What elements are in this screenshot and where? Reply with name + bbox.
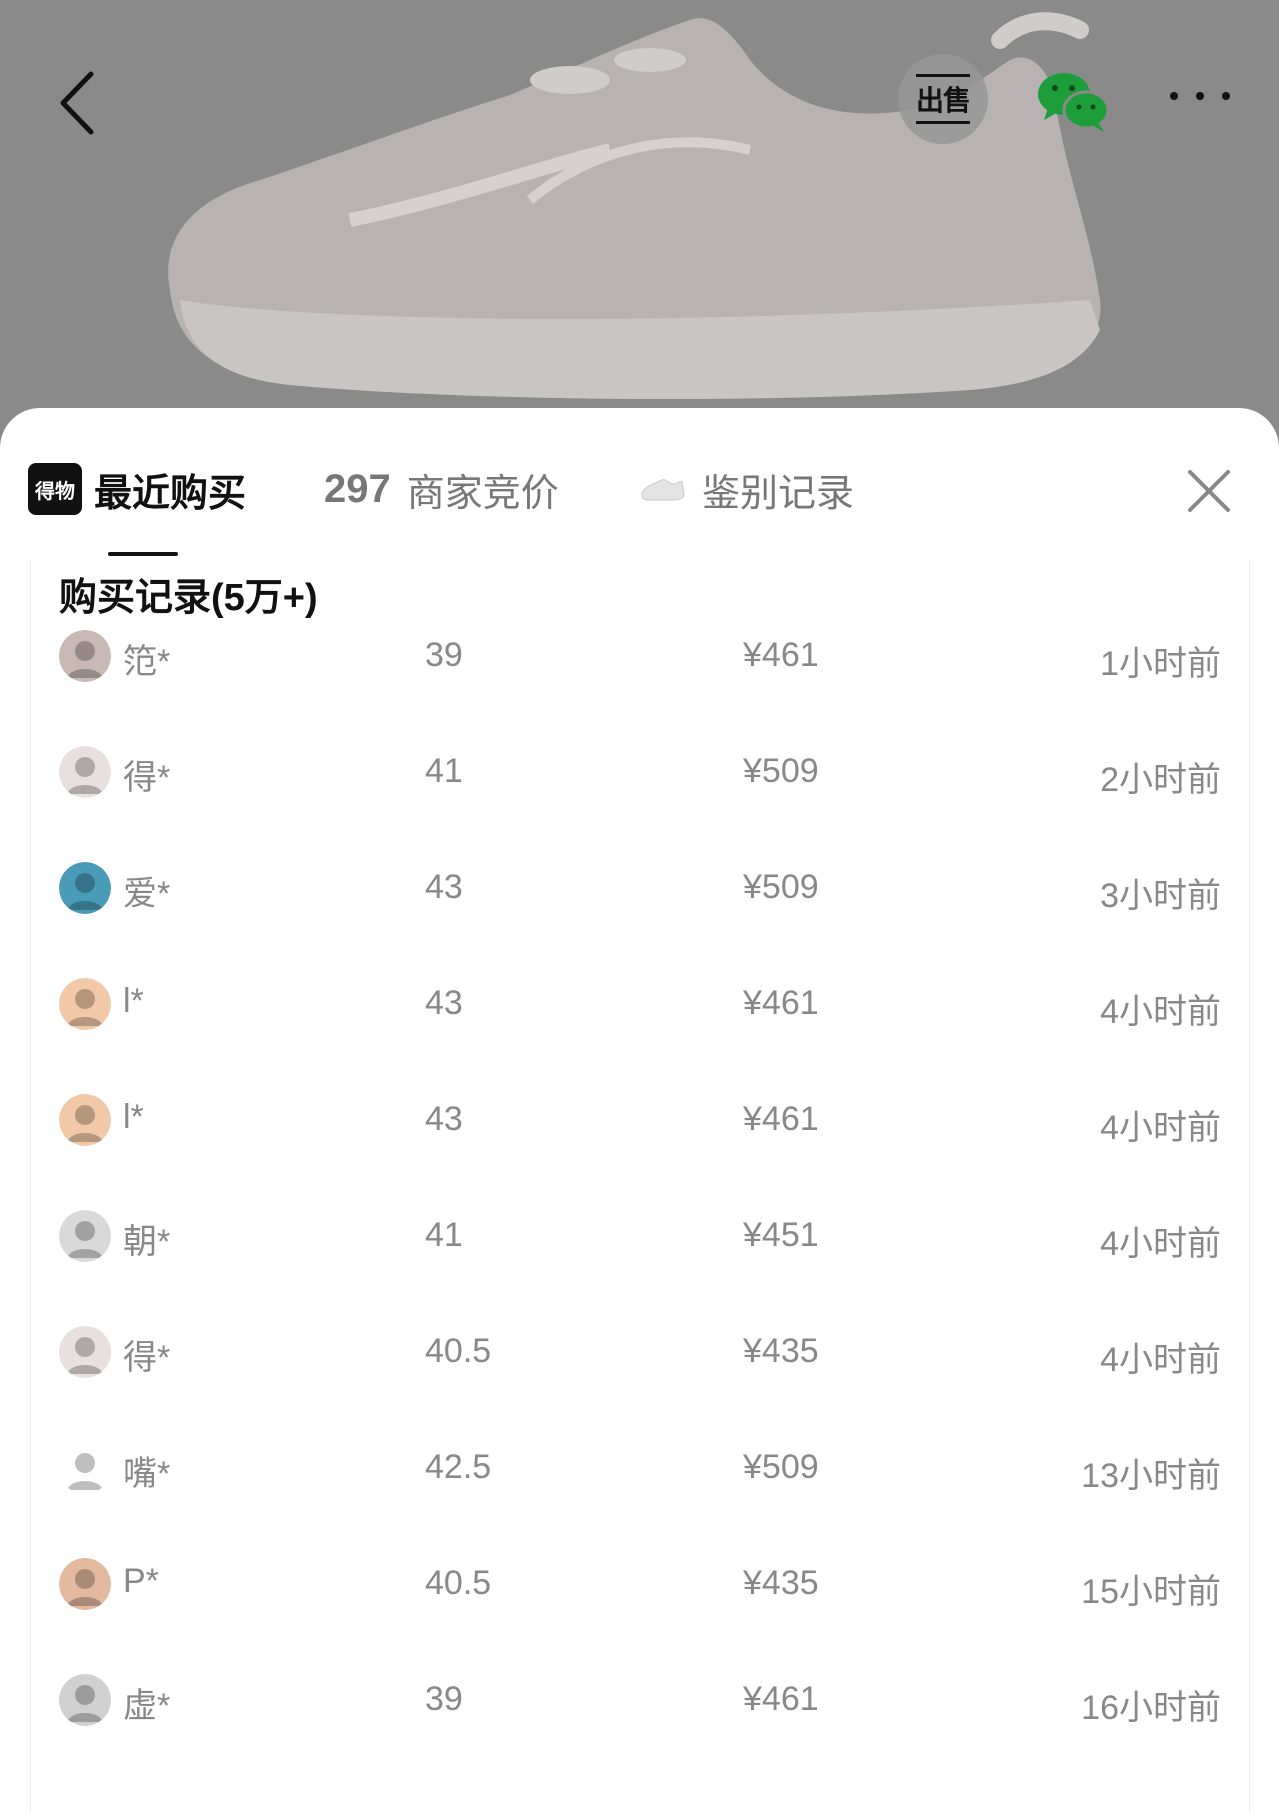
shoe-size: 39 [425,1680,463,1718]
tab-recent-label: 最近购买 [94,472,247,515]
avatar[interactable] [59,862,111,914]
purchase-price: ¥509 [743,868,819,906]
records-list: 笵* 39 ¥461 1小时前得* 41 ¥509 2小时前爱* 43 ¥509 3小时前 l* 43… [31,622,1251,1782]
buyer-name: 嘴* [123,1455,171,1493]
back-chevron-icon[interactable] [55,68,105,138]
purchase-price: ¥461 [743,984,819,1022]
buyer-name: l* [123,1098,144,1136]
dot [1222,92,1230,100]
avatar[interactable] [59,746,111,798]
tab-merchant-bids[interactable]: 297 商家竞价 [324,464,559,515]
shoe-size: 43 [425,984,463,1022]
avatar-image [59,1442,111,1494]
purchase-price: ¥435 [743,1564,819,1602]
avatar[interactable] [59,1326,111,1378]
buyer-name: 笵* [123,643,171,681]
shoe-size: 43 [425,1100,463,1138]
purchase-price: ¥461 [743,636,819,674]
buyer-name: 朝* [123,1223,171,1261]
tab-recent-purchases[interactable]: 得物 最近购买 [28,463,247,515]
record-row: 得* 40.5 ¥435 4小时前 [31,1318,1251,1434]
purchase-time: 16小时前 [1081,1689,1221,1727]
shoe-size: 40.5 [425,1332,492,1370]
avatar-image [59,978,111,1030]
purchase-price: ¥461 [743,1100,819,1138]
purchase-time: 4小时前 [1100,993,1221,1031]
purchase-price: ¥435 [743,1332,819,1370]
avatar[interactable] [59,1442,111,1494]
record-row: 得* 41 ¥509 2小时前 [31,738,1251,854]
shoe-size: 43 [425,868,463,906]
sell-label: 出售 [915,74,971,124]
buyer-name: 爱* [123,875,171,913]
avatar-image [59,1094,111,1146]
tab-auth-label: 鉴别记录 [702,472,855,515]
purchase-time: 4小时前 [1100,1225,1221,1263]
avatar-image [59,1210,111,1262]
avatar-image [59,1326,111,1378]
dot [1170,92,1178,100]
record-row: 爱* 43 ¥509 3小时前 [31,854,1251,970]
avatar-image [59,1558,111,1610]
record-row: P* 40.5 ¥435 15小时前 [31,1550,1251,1666]
purchase-time: 4小时前 [1100,1341,1221,1379]
bid-count: 297 [324,466,391,511]
buyer-name: 虚* [123,1687,171,1725]
buyer-name: P* [123,1562,159,1600]
dot [1196,92,1204,100]
purchase-time: 3小时前 [1100,877,1221,915]
tab-bids-label: 商家竞价 [406,472,559,515]
avatar[interactable] [59,1210,111,1262]
buyer-name: 得* [123,759,171,797]
dewu-logo-icon: 得物 [28,463,82,515]
purchase-price: ¥509 [743,752,819,790]
purchase-time: 4小时前 [1100,1109,1221,1147]
close-icon[interactable] [1186,468,1232,514]
active-tab-indicator [108,552,178,556]
purchase-price: ¥451 [743,1216,819,1254]
shoe-size: 41 [425,752,463,790]
avatar[interactable] [59,1094,111,1146]
avatar[interactable] [59,1674,111,1726]
shoe-thumbnail-icon [641,479,685,501]
shoe-size: 41 [425,1216,463,1254]
avatar[interactable] [59,978,111,1030]
buyer-name: l* [123,982,144,1020]
record-row: 虚* 39 ¥461 16小时前 [31,1666,1251,1782]
avatar-image [59,630,111,682]
record-row: l* 43 ¥461 4小时前 [31,1086,1251,1202]
purchase-time: 15小时前 [1081,1573,1221,1611]
purchase-time: 13小时前 [1081,1457,1221,1495]
purchase-price: ¥509 [743,1448,819,1486]
sheet-tabs: 得物 最近购买 297 商家竞价 鉴别记录 [0,408,1279,558]
product-hero: 出售 [0,0,1279,440]
shoe-size: 40.5 [425,1564,492,1602]
shoe-size: 42.5 [425,1448,492,1486]
shoe-size: 39 [425,636,463,674]
purchase-time: 2小时前 [1100,761,1221,799]
more-dots-icon[interactable] [1170,92,1230,106]
wechat-icon[interactable] [1036,70,1110,134]
avatar-image [59,1674,111,1726]
avatar-image [59,746,111,798]
record-row: 笵* 39 ¥461 1小时前 [31,622,1251,738]
record-row: l* 43 ¥461 4小时前 [31,970,1251,1086]
sell-button[interactable]: 出售 [898,54,988,144]
record-row: 嘴* 42.5 ¥509 13小时前 [31,1434,1251,1550]
purchase-sheet: 得物 最近购买 297 商家竞价 鉴别记录 购买记录(5万+) 笵* 39 ¥461… [0,408,1279,1813]
avatar[interactable] [59,1558,111,1610]
record-row: 朝* 41 ¥451 4小时前 [31,1202,1251,1318]
avatar[interactable] [59,630,111,682]
buyer-name: 得* [123,1339,171,1377]
purchase-time: 1小时前 [1100,645,1221,683]
purchase-price: ¥461 [743,1680,819,1718]
tab-authentication-records[interactable]: 鉴别记录 [640,464,855,515]
avatar-image [59,862,111,914]
records-title: 购买记录(5万+) [59,577,318,619]
purchase-records-panel: 购买记录(5万+) 笵* 39 ¥461 1小时前得* 41 ¥509 2小时前爱* 43 ¥5… [30,558,1250,1813]
